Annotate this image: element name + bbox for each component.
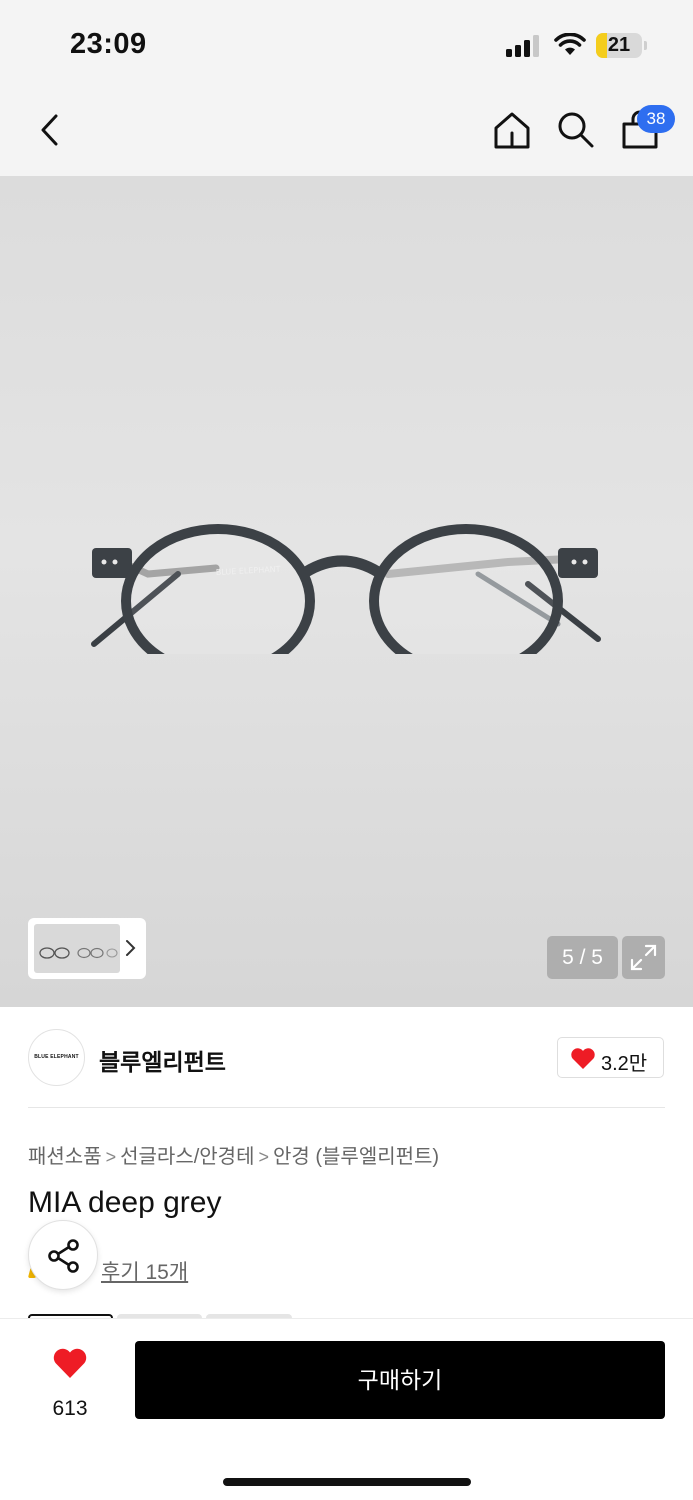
brand-like-button[interactable]: 3.2만 (557, 1037, 664, 1078)
page-indicator: 5 / 5 (547, 936, 618, 979)
breadcrumb: 패션소품 > 선글라스/안경테 > 안경 (블루엘리펀트) (28, 1140, 439, 1169)
wishlist-button[interactable]: 613 (32, 1347, 108, 1427)
chevron-right-icon[interactable] (124, 934, 138, 962)
brand-name[interactable]: 블루엘리펀트 (99, 1043, 226, 1077)
brand-row[interactable]: BLUE ELEPHANT 블루엘리펀트 3.2만 (0, 1007, 693, 1107)
status-bar: 23:09 21 (0, 0, 693, 90)
breadcrumb-separator: > (105, 1147, 117, 1167)
brand-like-count: 3.2만 (601, 1053, 648, 1075)
divider (28, 1107, 665, 1108)
battery-level: 21 (607, 34, 631, 56)
share-button[interactable] (28, 1220, 98, 1290)
breadcrumb-item[interactable]: 안경 (블루엘리펀트) (273, 1146, 439, 1168)
review-link[interactable]: 후기 15개 (101, 1256, 188, 1286)
signal-icon (506, 35, 542, 57)
heart-icon (571, 1048, 595, 1069)
product-title: MIA deep grey (28, 1186, 222, 1219)
battery-cap (644, 41, 647, 50)
product-image: BLUE ELEPHANT (91, 524, 601, 654)
battery-icon: 21 (596, 33, 642, 58)
search-icon[interactable] (556, 110, 596, 150)
heart-icon (53, 1348, 87, 1378)
home-indicator (223, 1478, 471, 1486)
product-image-gallery[interactable]: BLUE ELEPHANT 5 / 5 (0, 176, 693, 1007)
cart-count-badge: 38 (637, 105, 675, 133)
wifi-icon (554, 33, 586, 55)
thumbnail-strip[interactable] (28, 918, 146, 979)
status-time: 23:09 (70, 28, 147, 60)
brand-logo[interactable]: BLUE ELEPHANT (28, 1029, 85, 1086)
breadcrumb-item[interactable]: 선글라스/안경테 (120, 1146, 254, 1168)
expand-icon (630, 944, 657, 971)
breadcrumb-item[interactable]: 패션소품 (28, 1146, 102, 1168)
share-icon (48, 1239, 79, 1273)
home-icon[interactable] (492, 110, 532, 150)
thumbnail-image[interactable] (34, 924, 120, 973)
back-arrow-icon[interactable] (36, 112, 64, 148)
wishlist-count: 613 (52, 1397, 88, 1420)
breadcrumb-separator: > (258, 1147, 269, 1167)
buy-button[interactable]: 구매하기 (135, 1341, 665, 1419)
expand-button[interactable] (622, 936, 665, 979)
brand-logo-text: BLUE ELEPHANT (34, 1054, 79, 1060)
bottom-action-bar: 613 구매하기 (0, 1318, 693, 1500)
